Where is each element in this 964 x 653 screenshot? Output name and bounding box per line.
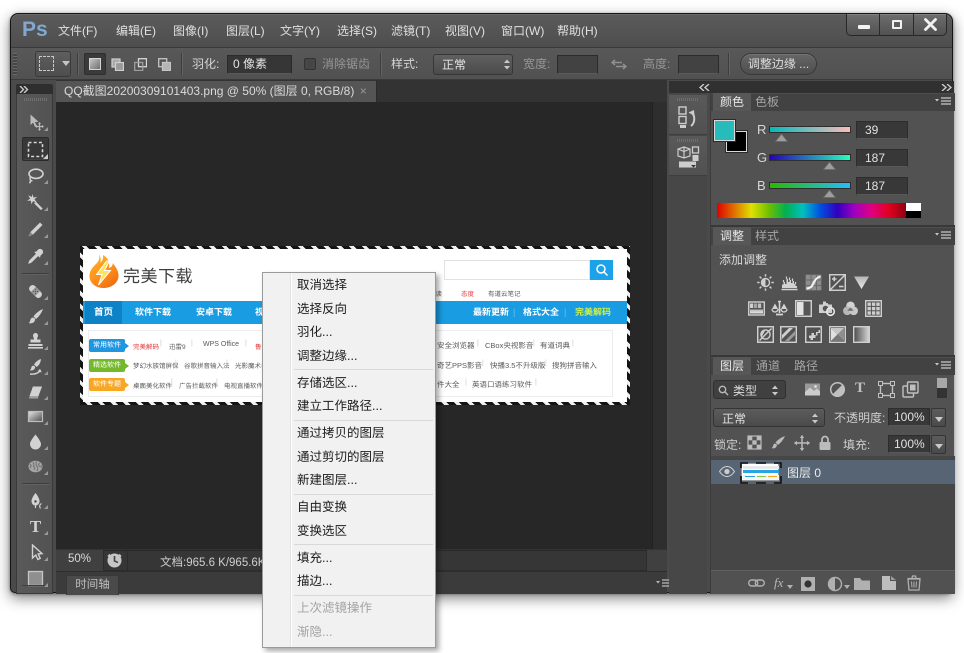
svg-text:T: T — [30, 518, 42, 535]
